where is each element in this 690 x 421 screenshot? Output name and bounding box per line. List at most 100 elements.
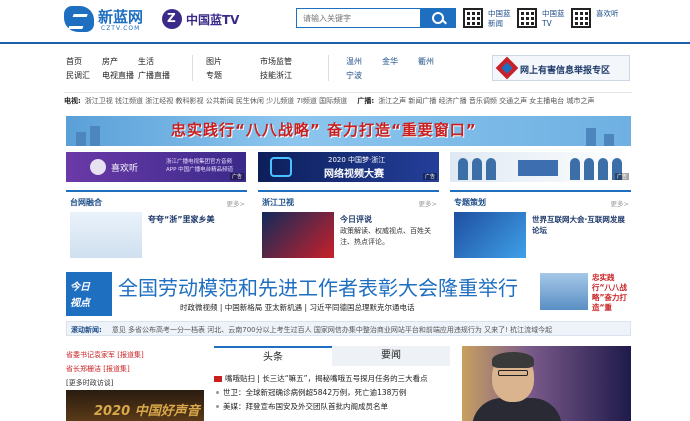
promo-image	[540, 273, 588, 310]
feature-photo[interactable]	[462, 346, 631, 421]
ticker-text[interactable]: 意见 多省公布高考一分一档表 河北、云南700分以上考生过百人 国家网信办集中整…	[112, 326, 552, 334]
play-icon	[270, 157, 292, 177]
news-item: 美媒：拜登宣布国安及外交团队首批内阁成员名单	[214, 400, 450, 414]
nav-item[interactable]: 衢州	[418, 56, 434, 67]
column-title[interactable]: 世界互联网大会·互联网发展论坛	[532, 214, 628, 236]
nav-item[interactable]: 金华	[382, 56, 398, 67]
nav-item[interactable]: 技能浙江	[260, 70, 292, 81]
headline-sublinks[interactable]: 时政微视频 | 中国新格局 亚太新机遇 | 习近平同德国总理默克尔通电话	[180, 302, 414, 313]
nav-item[interactable]: 市场监管	[260, 56, 292, 67]
ad-line2: 网络视频大赛	[324, 169, 384, 180]
news-link[interactable]: 世卫：全球新冠确诊病例超5842万例，死亡逾138万例	[223, 388, 406, 397]
person-figure	[486, 158, 496, 180]
nav-item[interactable]: 广播直播	[138, 70, 170, 81]
badge-line2: 视点	[70, 298, 90, 309]
column-title[interactable]: 今日评说	[340, 214, 372, 225]
good-voice-image[interactable]: 2020 中国好声音	[66, 390, 204, 421]
report-label: 网上有害信息举报专区	[520, 66, 611, 76]
ad-xihuanting[interactable]: 喜欢听 浙江广播电视集团官方音频APP 中国广播电台精品频道 广告	[66, 152, 246, 182]
news-link[interactable]: 美媒：拜登宣布国安及外交团队首批内阁成员名单	[223, 402, 388, 411]
nav-item[interactable]: 专题	[206, 70, 222, 81]
ticker-label: 滚动新闻:	[71, 326, 102, 334]
tv-label: 电视:	[64, 97, 81, 105]
logo-name: 新蓝网	[98, 8, 144, 26]
ad-people-banner[interactable]: 广告	[450, 152, 631, 182]
column-thumbnail[interactable]	[70, 212, 142, 258]
nav-item[interactable]: 房产	[102, 56, 118, 67]
news-tabs: 头条 要闻	[214, 346, 450, 366]
logo-sub: CZTV.COM	[101, 25, 141, 32]
nav-item[interactable]: 图片	[206, 56, 222, 67]
banner-building	[76, 132, 86, 146]
ad-tag: 广告	[422, 173, 437, 180]
banner-building	[604, 134, 614, 146]
nav-item[interactable]: 宁波	[346, 70, 362, 81]
top-header: 新蓝网 CZTV.COM 中国蓝TV 中国蓝新闻 中国蓝TV 喜欢听	[0, 0, 690, 44]
tab-important-news[interactable]: 要闻	[332, 346, 450, 366]
search-button[interactable]	[420, 9, 455, 27]
bullet-icon	[216, 405, 219, 408]
column-heading[interactable]: 台网融合	[70, 197, 102, 208]
column-special: 专题策划 更多> 世界互联网大会·互联网发展论坛	[450, 190, 631, 262]
page: 新蓝网 CZTV.COM 中国蓝TV 中国蓝新闻 中国蓝TV 喜欢听 首页 房产…	[0, 0, 690, 421]
column-zjws: 浙江卫视 更多> 今日评说 政策解读、权威视点、百姓关注、热点评论。	[258, 190, 439, 262]
tv-logo-icon	[162, 9, 182, 29]
list-item[interactable]: 省委书记袁家军 [报道集]	[66, 348, 204, 362]
nav-item[interactable]: 温州	[346, 56, 362, 67]
qr-label-listen[interactable]: 喜欢听	[596, 9, 624, 19]
column-title[interactable]: 夸夸“浙”里家乡美	[148, 214, 215, 225]
column-thumbnail[interactable]	[454, 212, 526, 258]
ad-logo	[518, 160, 558, 176]
badge-line1: 今日	[70, 282, 90, 293]
tab-headlines[interactable]: 头条	[214, 346, 332, 366]
headline-side-promo[interactable]: 忠实践行“八八战略”奋力打造“重	[540, 273, 631, 317]
tv-logo[interactable]: 中国蓝TV	[162, 8, 242, 30]
scrolling-news: 滚动新闻: 意见 多省公布高考一分一档表 河北、云南700分以上考生过百人 国家网…	[66, 321, 631, 336]
nav-item[interactable]: 首页	[66, 56, 82, 67]
photo-hair	[492, 352, 534, 368]
nav-item[interactable]: 生活	[138, 56, 154, 67]
qr-label-tv[interactable]: 中国蓝TV	[542, 9, 570, 29]
promo-text: 忠实践行“八八战略”奋力打造“重	[592, 273, 627, 312]
news-list: 嘴哦贴扫 | 长三达“嘛五”，揭秘嘴哦五号探月任务的三大看点 世卫：全球新冠确诊…	[214, 372, 450, 414]
report-harmful-info-button[interactable]: 网上有害信息举报专区	[492, 55, 630, 81]
person-figure	[570, 158, 580, 180]
list-item[interactable]: 省长郑栅洁 [报道集]	[66, 362, 204, 376]
tv-channel-links[interactable]: 浙江卫视 钱江频道 浙江经视 教科影视 公共新闻 民生休闲 少儿频道 7I频道 …	[85, 97, 347, 105]
app-icon	[90, 159, 106, 175]
today-viewpoint-badge: 今日 视点	[66, 272, 112, 316]
more-link[interactable]: 更多>	[419, 198, 437, 208]
nav-item[interactable]: 民调汇	[66, 70, 90, 81]
photo-glasses	[498, 370, 528, 376]
news-link[interactable]: 嘴哦贴扫 | 长三达“嘛五”，揭秘嘴哦五号探月任务的三大看点	[225, 374, 428, 383]
qr-code-icon	[571, 8, 591, 28]
video-icon	[214, 376, 222, 382]
ad-video-contest[interactable]: 2020 中国梦·浙江 网络视频大赛 广告	[258, 152, 439, 182]
list-item[interactable]: [更多时政访谈]	[66, 376, 204, 390]
report-icon	[495, 56, 519, 80]
more-link[interactable]: 更多>	[227, 198, 245, 208]
site-logo[interactable]: 新蓝网 CZTV.COM	[64, 5, 154, 35]
ad-subtitle: 浙江广播电视集团官方音频APP 中国广播电台精品频道	[166, 159, 234, 173]
ad-tag: 广告	[614, 173, 629, 180]
strategy-banner[interactable]: 忠实践行“八八战略” 奋力打造“重要窗口”	[66, 116, 631, 146]
column-thumbnail[interactable]	[262, 212, 334, 258]
headline-title[interactable]: 全国劳动模范和先进工作者表彰大会隆重举行	[118, 272, 518, 301]
person-figure	[472, 158, 482, 180]
person-figure	[584, 158, 594, 180]
column-heading[interactable]: 浙江卫视	[262, 197, 294, 208]
news-item: 世卫：全球新冠确诊病例超5842万例，死亡逾138万例	[214, 386, 450, 400]
nav-divider	[192, 55, 193, 81]
bullet-icon	[216, 391, 219, 394]
news-item: 嘴哦贴扫 | 长三达“嘛五”，揭秘嘴哦五号探月任务的三大看点	[214, 372, 450, 386]
search-input[interactable]	[297, 9, 421, 27]
more-link[interactable]: 更多>	[611, 198, 629, 208]
qr-label-news[interactable]: 中国蓝新闻	[488, 9, 516, 29]
nav-item[interactable]: 电视直播	[102, 70, 134, 81]
column-heading[interactable]: 专题策划	[454, 197, 486, 208]
banner-building	[586, 128, 596, 146]
nav-divider	[328, 55, 329, 81]
radio-channel-links[interactable]: 浙江之声 新闻广播 经济广播 音乐调频 交通之声 女主播电台 城市之声	[378, 97, 594, 105]
tv-logo-text: 中国蓝TV	[186, 13, 240, 27]
search-box	[296, 8, 456, 28]
